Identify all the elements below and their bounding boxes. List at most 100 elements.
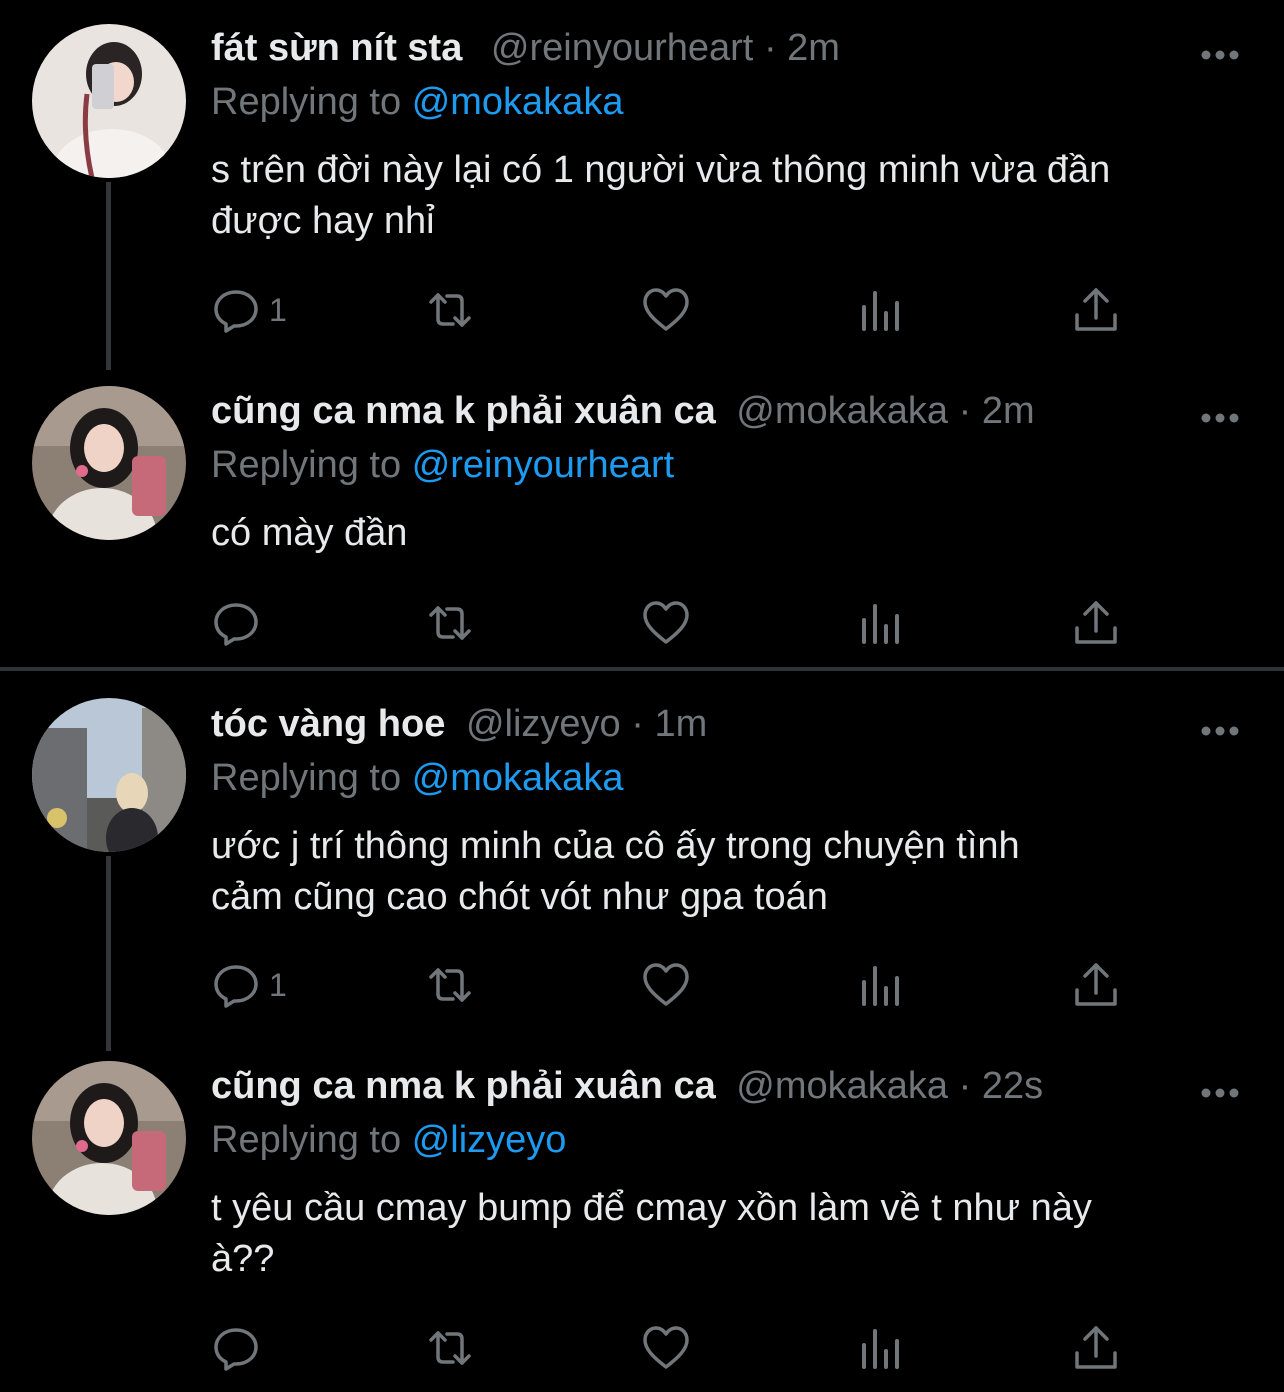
thread-line [106,856,111,1051]
share-upload-icon [1075,1326,1117,1369]
reply-mention-link[interactable]: @reinyourheart [412,444,674,486]
tweet-header: tóc vàng hoe @lizyeyo · 1m [211,698,707,750]
replying-to: Replying to @reinyourheart [211,439,674,491]
action-bar: 1 [211,960,1131,1010]
tweet-text-line: t yêu cầu cmay bump để cmay xồn làm về t… [211,1187,1092,1229]
timestamp[interactable]: 22s [982,1065,1043,1107]
replying-to: Replying to @mokakaka [211,752,623,804]
replying-to: Replying to @mokakaka [211,76,623,128]
tweet-header: cũng ca nma k phải xuân ca @mokakaka · 2… [211,385,1035,437]
share-button[interactable] [1071,285,1121,335]
tweet-header: fát sừn nít sta @reinyourheart · 2m [211,22,840,74]
reply-mention-link[interactable]: @mokakaka [412,81,624,123]
views-bar-chart-icon [862,1329,899,1369]
avatar-lizyeyo[interactable] [32,698,186,852]
reply-mention-link[interactable]: @lizyeyo [412,1119,567,1161]
reply-bubble-icon [214,965,258,1008]
tweet-text-line: s trên đời này lại có 1 người vừa thông … [211,149,1111,191]
tweet-text: t yêu cầu cmay bump để cmay xồn làm về t… [211,1183,1251,1285]
views-bar-chart-icon [862,291,899,331]
retweet-button[interactable] [425,285,475,335]
views-bar-chart-icon [862,966,899,1006]
tweet-text: ước j trí thông minh của cô ấy trong chu… [211,821,1251,923]
reply-bubble-icon [214,290,258,333]
reply-button[interactable] [211,1323,269,1373]
tweet-text-line: được hay nhỉ [211,200,435,242]
heart-icon [643,963,689,1006]
user-handle[interactable]: @mokakaka [736,1065,948,1107]
display-name[interactable]: tóc vàng hoe [211,703,445,745]
avatar-image [32,698,186,852]
retweet-button[interactable] [425,1323,475,1373]
views-button[interactable] [856,960,906,1010]
user-handle[interactable]: @mokakaka [736,390,948,432]
replying-to-label: Replying to [211,1119,402,1161]
reply-button[interactable]: 1 [211,285,287,335]
avatar-image [32,24,186,178]
tweet-header: cũng ca nma k phải xuân ca @mokakaka · 2… [211,1060,1043,1112]
share-button[interactable] [1071,1323,1121,1373]
retweet-icon [429,293,471,327]
retweet-button[interactable] [425,960,475,1010]
action-bar [211,598,1131,648]
replying-to-label: Replying to [211,444,402,486]
user-handle[interactable]: @reinyourheart [491,27,753,69]
views-button[interactable] [856,1323,906,1373]
timestamp[interactable]: 1m [654,703,707,745]
separator-dot: · [958,1065,972,1107]
reply-count: 1 [269,291,287,328]
share-upload-icon [1075,963,1117,1006]
reply-button[interactable]: 1 [211,960,287,1010]
avatar-image [32,1061,186,1215]
like-button[interactable] [641,1323,691,1373]
like-button[interactable] [641,598,691,648]
like-button[interactable] [641,960,691,1010]
replying-to: Replying to @lizyeyo [211,1114,566,1166]
action-bar: 1 [211,285,1131,335]
separator-dot: · [631,703,644,745]
avatar-reinyourheart[interactable] [32,24,186,178]
more-icon[interactable] [1200,1076,1240,1099]
share-button[interactable] [1071,598,1121,648]
reply-bubble-icon [214,1328,258,1371]
thread-divider [0,667,1284,671]
tweet-text-line: ước j trí thông minh của cô ấy trong chu… [211,825,1020,867]
replying-to-label: Replying to [211,757,402,799]
heart-icon [643,288,689,331]
retweet-icon [429,606,471,640]
tweet-text-line: à?? [211,1238,275,1280]
views-bar-chart-icon [862,604,899,644]
avatar-mokakaka[interactable] [32,386,186,540]
display-name[interactable]: cũng ca nma k phải xuân ca [211,1065,716,1107]
more-icon[interactable] [1200,38,1240,61]
avatar-image [32,386,186,540]
timestamp[interactable]: 2m [982,390,1035,432]
views-button[interactable] [856,285,906,335]
tweet-text-line: có mày đần [211,512,408,554]
reply-button[interactable] [211,598,269,648]
action-bar [211,1323,1131,1373]
avatar-mokakaka[interactable] [32,1061,186,1215]
share-button[interactable] [1071,960,1121,1010]
heart-icon [643,601,689,644]
retweet-icon [429,968,471,1002]
heart-icon [643,1326,689,1369]
retweet-icon [429,1331,471,1365]
more-icon[interactable] [1200,401,1240,424]
separator-dot: · [763,27,777,69]
user-handle[interactable]: @lizyeyo [466,703,621,745]
like-button[interactable] [641,285,691,335]
display-name[interactable]: fát sừn nít sta [211,27,462,69]
retweet-button[interactable] [425,598,475,648]
display-name[interactable]: cũng ca nma k phải xuân ca [211,390,716,432]
thread-line [106,182,111,370]
reply-mention-link[interactable]: @mokakaka [412,757,624,799]
more-icon[interactable] [1200,714,1240,737]
tweet-text: s trên đời này lại có 1 người vừa thông … [211,145,1251,247]
share-upload-icon [1075,288,1117,331]
reply-count: 1 [269,966,287,1003]
separator-dot: · [958,390,972,432]
share-upload-icon [1075,601,1117,644]
views-button[interactable] [856,598,906,648]
timestamp[interactable]: 2m [787,27,840,69]
